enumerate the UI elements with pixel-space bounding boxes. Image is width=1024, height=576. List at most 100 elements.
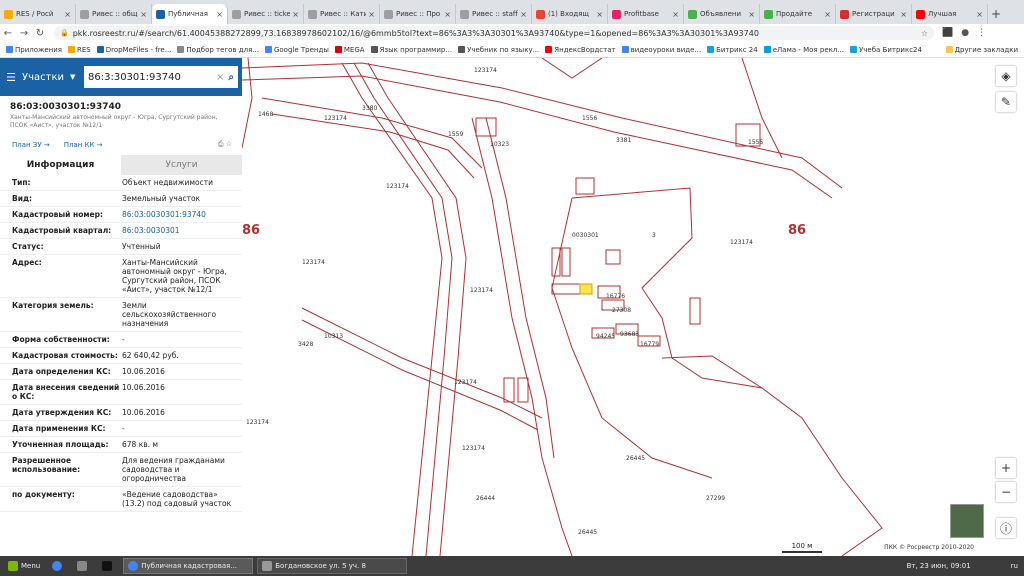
close-icon[interactable]: ×	[520, 10, 527, 19]
account-icon[interactable]: ●	[961, 28, 969, 38]
browser-tab[interactable]: Ривес :: Кати ×	[304, 4, 380, 24]
satellite-minimap[interactable]	[950, 504, 984, 538]
bookmark-item[interactable]: RES	[67, 46, 91, 54]
close-icon[interactable]: ×	[672, 10, 679, 19]
terminal-launcher[interactable]	[98, 558, 119, 574]
bookmark-item[interactable]: Google Тренды	[264, 46, 329, 54]
property-row: Кадастровый квартал: 86:03:0030301	[0, 223, 242, 239]
browser-tab[interactable]: RES / Росй ×	[0, 4, 76, 24]
close-icon[interactable]: ×	[64, 10, 71, 19]
bookmark-icon	[707, 46, 715, 53]
browser-tab[interactable]: Ривес :: Про ×	[380, 4, 456, 24]
close-icon[interactable]: ×	[444, 10, 451, 19]
favicon-icon	[688, 9, 697, 19]
taskbar-window-label: Богдановское ул. 5 уч. 8	[275, 562, 366, 570]
tab-services[interactable]: Услуги	[121, 155, 242, 175]
map-canvas[interactable]: 123174 1468 123174 3380 1559 1556 3381 1555 1032…	[242, 58, 1024, 556]
search-input[interactable]: 86:3:30301:93740 × ⌕	[84, 66, 238, 88]
close-icon[interactable]: ×	[976, 10, 983, 19]
taskbar-window-label: Публичная кадастровая...	[141, 562, 238, 570]
address-bar[interactable]: 🔒 pkk.rosreestr.ru/#/search/61.400453882…	[54, 26, 934, 40]
browser-tab[interactable]: Публичная ×	[152, 4, 228, 24]
forward-icon[interactable]: →	[16, 28, 32, 39]
ruler-icon[interactable]: ✎	[996, 92, 1016, 112]
search-icon[interactable]: ⌕	[228, 72, 234, 83]
browser-tab[interactable]: Лучшая ×	[912, 4, 988, 24]
bookmark-item[interactable]: Язык программир...	[370, 46, 452, 54]
cadastral-map[interactable]: 123174 1468 123174 3380 1559 1556 3381 1555 1032…	[242, 58, 1024, 556]
close-icon[interactable]: ×	[140, 10, 147, 19]
new-tab-button[interactable]: +	[988, 4, 1004, 24]
taskbar-window-image[interactable]: Богдановское ул. 5 уч. 8	[257, 558, 408, 574]
property-value[interactable]: 86:03:0030301:93740	[122, 207, 238, 222]
bookmark-icon	[177, 46, 185, 53]
property-value[interactable]: 86:03:0030301	[122, 223, 238, 238]
favicon-icon	[308, 9, 317, 19]
info-icon[interactable]: ⓘ	[996, 518, 1016, 538]
bookmark-item[interactable]: Учеба Битрикс24	[850, 46, 922, 54]
taskbar-window-chrome[interactable]: Публичная кадастровая...	[123, 558, 254, 574]
back-icon[interactable]: ←	[0, 28, 16, 39]
close-icon[interactable]: ×	[292, 10, 299, 19]
reload-icon[interactable]: ↻	[32, 28, 48, 39]
close-icon[interactable]: ×	[596, 10, 603, 19]
close-icon[interactable]: ×	[824, 10, 831, 19]
zoom-out-button[interactable]: −	[996, 482, 1016, 502]
bookmark-label: видеоуроки виде...	[630, 45, 702, 54]
browser-tab[interactable]: Ривес :: ticke ×	[228, 4, 304, 24]
close-icon[interactable]: ×	[748, 10, 755, 19]
chrome-launcher[interactable]	[48, 558, 69, 574]
bookmark-item[interactable]: ЯндексВордстат	[545, 46, 616, 54]
property-key: Статус:	[12, 242, 44, 251]
browser-tab[interactable]: Ривес :: общ ×	[76, 4, 152, 24]
extension-icon[interactable]: ⬛	[942, 28, 953, 38]
bookmark-item[interactable]: видеоуроки виде...	[621, 45, 702, 54]
browser-tab[interactable]: Регистраци ×	[836, 4, 912, 24]
close-icon[interactable]: ×	[368, 10, 375, 19]
start-menu-button[interactable]: Menu	[4, 558, 44, 574]
layers-icon[interactable]: ◈	[996, 66, 1016, 86]
property-row: Разрешенное использование: Для ведения гр…	[0, 453, 242, 487]
chevron-down-icon[interactable]: ▼	[70, 73, 84, 81]
menu-dots-icon[interactable]: ⋮	[977, 28, 986, 38]
favicon-icon	[232, 9, 241, 19]
bookmark-item[interactable]: Подбор тегов для...	[177, 46, 259, 54]
favicon-icon	[840, 9, 849, 19]
zoom-in-button[interactable]: +	[996, 458, 1016, 478]
search-type-select[interactable]: Участки	[22, 72, 70, 83]
bookmark-item[interactable]: eЛама - Моя рекл...	[763, 46, 844, 54]
tab-info[interactable]: Информация	[0, 155, 121, 175]
files-launcher[interactable]	[73, 558, 94, 574]
bookmark-icon	[621, 46, 629, 53]
tab-label: Ривес :: Кати	[320, 10, 367, 18]
search-input-value: 86:3:30301:93740	[88, 71, 181, 83]
bookmark-item[interactable]: MEGA	[334, 46, 365, 54]
selected-parcel[interactable]	[579, 283, 593, 295]
browser-tab[interactable]: Profitbase ×	[608, 4, 684, 24]
bookmark-label: Подбор тегов для...	[186, 45, 259, 54]
close-icon[interactable]: ×	[216, 10, 223, 19]
print-icon[interactable]: ⎙ ☆	[218, 140, 232, 149]
close-icon[interactable]: ×	[900, 10, 907, 19]
star-icon[interactable]: ☆	[921, 29, 928, 38]
plan-zu-link[interactable]: План ЗУ →	[12, 141, 50, 149]
plan-kk-link[interactable]: План КК →	[64, 141, 103, 149]
bookmark-item[interactable]: DropMeFiles - fre...	[96, 46, 171, 54]
parcel-number-label: 10323	[490, 141, 509, 148]
browser-tab[interactable]: Объявлени ×	[684, 4, 760, 24]
browser-tab[interactable]: Продайте ×	[760, 4, 836, 24]
browser-tab[interactable]: Ривес :: staff ×	[456, 4, 532, 24]
property-row: Дата внесения сведений о КС: 10.06.2016	[0, 380, 242, 405]
bookmark-item[interactable]: Учебник по языку...	[458, 46, 539, 54]
tab-label: (1) Входящ	[548, 10, 590, 18]
browser-tab[interactable]: (1) Входящ ×	[532, 4, 608, 24]
bookmark-item[interactable]: Битрикс 24	[707, 46, 758, 54]
bookmark-label: Приложения	[15, 45, 62, 54]
bookmark-item[interactable]: Приложения	[6, 46, 62, 54]
bookmark-other[interactable]: Другие закладки	[945, 46, 1018, 54]
keyboard-layout[interactable]: ru	[1011, 562, 1018, 570]
clock[interactable]: Вт, 23 июн, 09:01	[907, 562, 971, 570]
hamburger-icon[interactable]: ☰	[0, 71, 22, 84]
tab-label: Продайте	[776, 10, 813, 18]
clear-icon[interactable]: ×	[216, 72, 224, 83]
